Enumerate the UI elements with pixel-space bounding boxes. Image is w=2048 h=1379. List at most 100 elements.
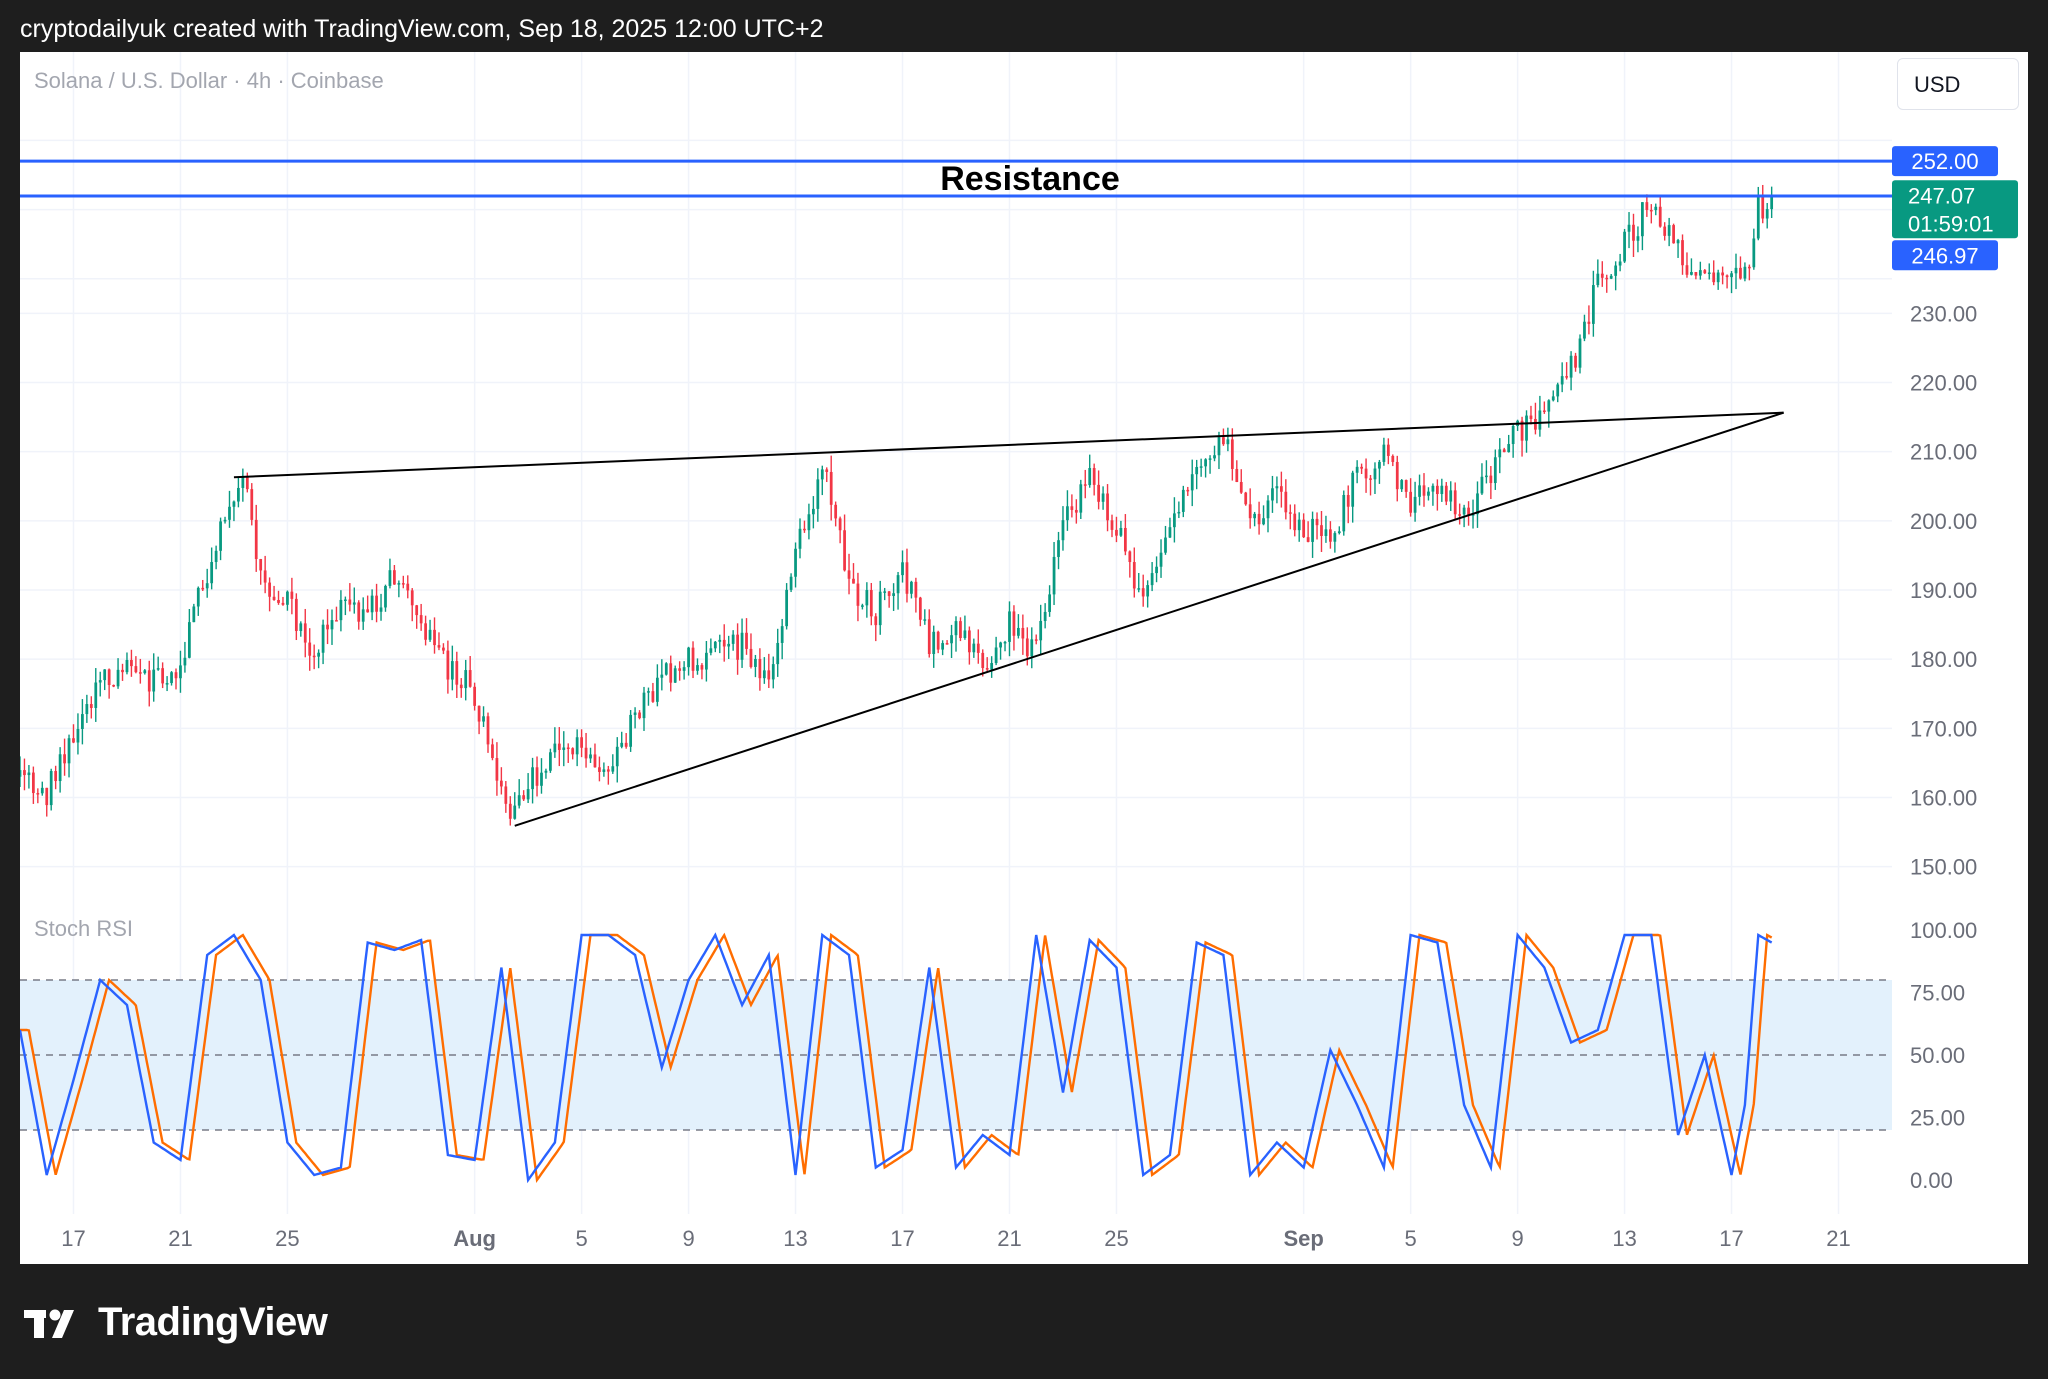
candle-body (847, 570, 851, 579)
candle (1324, 515, 1328, 543)
candle (103, 669, 107, 691)
candle (1596, 259, 1600, 288)
candle (655, 664, 659, 707)
candle (335, 606, 338, 622)
candle-body (464, 670, 468, 689)
candle-body (633, 712, 637, 715)
candle (72, 724, 75, 744)
candle-body (526, 789, 530, 800)
candle (450, 645, 454, 691)
candle (1360, 463, 1363, 474)
candle-body (1208, 458, 1212, 460)
candle-body (1235, 468, 1239, 483)
candle-body (179, 665, 182, 679)
candle (1386, 438, 1390, 465)
candle-body (406, 583, 410, 591)
candle (121, 663, 124, 681)
candle-body (731, 634, 735, 644)
candle (647, 687, 650, 706)
candle (1199, 458, 1203, 477)
candle-body (981, 652, 985, 669)
candle-body (1119, 527, 1123, 536)
candle-body (1164, 537, 1167, 553)
candle-body (192, 606, 196, 623)
candle-body (326, 624, 329, 630)
candle-body (976, 643, 980, 653)
candle-body (549, 752, 552, 771)
candle (250, 483, 254, 526)
candle-body (1226, 439, 1230, 445)
x-tick-label: 25 (275, 1226, 299, 1251)
candle (1507, 434, 1511, 453)
candle (1190, 459, 1194, 507)
candle-body (401, 583, 405, 585)
candle (23, 758, 26, 791)
candle (370, 589, 374, 621)
candle (731, 630, 735, 651)
candle (1039, 604, 1043, 656)
candle (615, 737, 619, 783)
candle (776, 628, 780, 677)
candle (1493, 449, 1497, 490)
candle (673, 665, 677, 683)
candle (571, 747, 575, 760)
candle-body (473, 686, 477, 706)
candle (1222, 428, 1225, 446)
candle (1271, 475, 1274, 513)
currency-selector-button[interactable]: USD (1897, 58, 2019, 110)
candle-body (76, 728, 80, 743)
candle (366, 595, 370, 613)
candle (1449, 481, 1453, 511)
candle (343, 596, 347, 616)
candle-body (1181, 489, 1185, 512)
candle (1003, 640, 1007, 652)
candle-body (49, 771, 53, 806)
candle (49, 768, 53, 811)
candle (504, 781, 508, 813)
candle (424, 615, 427, 646)
candle (705, 640, 708, 682)
candle-body (121, 669, 124, 673)
candle-body (294, 598, 298, 632)
candle-body (1386, 444, 1390, 456)
price-label-252: 252.00 (1911, 149, 1978, 174)
candle-body (1057, 540, 1060, 557)
candle-body (1511, 426, 1515, 445)
candle (286, 590, 289, 611)
candle (580, 729, 583, 758)
candle (401, 575, 405, 589)
candle-body (705, 652, 708, 670)
candle-body (277, 599, 280, 603)
candle (339, 590, 343, 632)
chart-panel[interactable]: Resistance 150.00 160.00 170.00 180.00 190.00… (20, 52, 2028, 1264)
y-tick-label: 180.00 (1910, 647, 1977, 672)
candle (1164, 525, 1167, 555)
candle-body (892, 593, 895, 596)
candle-body (869, 590, 873, 617)
symbol-legend[interactable]: Solana / U.S. Dollar · 4h · Coinbase (34, 68, 384, 94)
candle-body (1083, 484, 1087, 486)
candle-body (531, 767, 534, 790)
candle-body (379, 607, 383, 612)
candle (1534, 402, 1537, 435)
candle-body (664, 663, 668, 675)
candle-body (1186, 489, 1190, 492)
candle-body (1578, 338, 1582, 368)
price-chart[interactable]: Resistance150.00160.00170.00180.00190.00… (20, 52, 2028, 1264)
candle (1444, 482, 1448, 506)
candle-body (54, 771, 58, 782)
candle (85, 694, 89, 723)
candle-body (250, 489, 254, 520)
candle-body (669, 663, 673, 683)
candle (905, 548, 909, 603)
candle-body (1320, 525, 1323, 537)
candle (593, 743, 597, 768)
candle (633, 707, 637, 729)
candle (1609, 273, 1613, 280)
candle-body (196, 587, 200, 607)
candle (1770, 186, 1774, 219)
candle (1302, 513, 1306, 538)
candle (843, 514, 846, 572)
candle-body (58, 754, 62, 782)
candle-body (638, 712, 641, 719)
